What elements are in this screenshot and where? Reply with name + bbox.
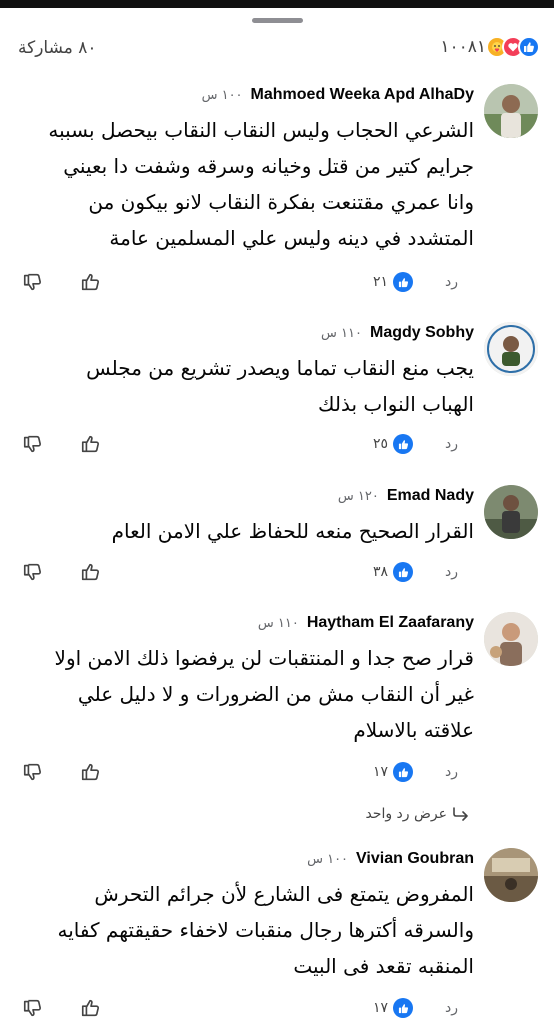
thumbs-down-icon — [23, 999, 42, 1017]
view-replies-link[interactable]: عرض رد واحد — [365, 806, 469, 822]
comment-line: المنقبه تقعد فى البيت — [293, 954, 474, 978]
like-reaction-icon — [393, 562, 413, 582]
comment-header: ١٠٠ س Vivian Goubran — [307, 850, 474, 868]
thumbs-up-icon — [81, 273, 100, 291]
thumbs-up-icon — [81, 999, 100, 1017]
like-button[interactable] — [80, 430, 102, 458]
comment-author[interactable]: Magdy Sobhy — [370, 324, 474, 342]
thumbs-up-icon — [81, 435, 100, 453]
post-summary-bar: ٨٠ مشاركة ١٠٠٨١ — [0, 28, 554, 68]
avatar[interactable] — [484, 848, 538, 902]
like-count-value: ١٧ — [372, 1000, 388, 1016]
comment-header: ١١٠ س Haytham El Zaafarany — [258, 614, 474, 632]
comment-actions: رد ١٧ — [0, 758, 554, 786]
like-count-value: ١٧ — [372, 764, 388, 780]
status-bar — [0, 0, 554, 8]
reaction-count: ١٠٠٨١ — [440, 37, 486, 57]
like-button[interactable] — [80, 558, 102, 586]
comment-time[interactable]: ١١٠ س — [258, 616, 299, 631]
thumbs-up-icon — [81, 563, 100, 581]
dislike-button[interactable] — [22, 430, 44, 458]
comment-text: قرار صح جدا و المنتقبات لن يرفضوا ذلك ال… — [34, 640, 474, 748]
comment-time[interactable]: ١١٠ س — [321, 326, 362, 341]
share-count[interactable]: ٨٠ مشاركة — [18, 38, 97, 58]
reply-button[interactable]: رد — [445, 430, 458, 458]
dislike-button[interactable] — [22, 758, 44, 786]
comment-line: غير أن النقاب مش من الضرورات و لا دليل ع… — [77, 682, 474, 706]
comment-line: الشرعي الحجاب وليس النقاب النقاب بيحصل ب… — [48, 118, 474, 142]
avatar[interactable] — [484, 84, 538, 138]
like-button[interactable] — [80, 994, 102, 1022]
thumbs-down-icon — [23, 563, 42, 581]
reply-button[interactable]: رد — [445, 994, 458, 1022]
comment-line: وانا عمري مقتنعت بفكرة النقاب لانو بيكون… — [88, 190, 474, 214]
comment-line: المتشدد في دينه وليس علي المسلمين عامة — [109, 226, 474, 250]
comment-line: المفروض يتمتع فى الشارع لأن جرائم التحرش — [94, 882, 474, 906]
comment-time[interactable]: ١٠٠ س — [202, 88, 243, 103]
like-count-value: ٢٥ — [372, 436, 388, 452]
like-reaction-icon — [393, 434, 413, 454]
thumbs-up-icon — [81, 763, 100, 781]
comment-text: الشرعي الحجاب وليس النقاب النقاب بيحصل ب… — [34, 112, 474, 256]
comment-author[interactable]: Emad Nady — [387, 487, 474, 505]
reply-button[interactable]: رد — [445, 268, 458, 296]
comment-line: الهباب النواب بذلك — [318, 392, 474, 416]
comment-header: ١١٠ س Magdy Sobhy — [321, 324, 474, 342]
like-count-value: ٣٨ — [372, 564, 388, 580]
comment-like-count[interactable]: ٣٨ — [373, 558, 413, 586]
comment-time[interactable]: ١٠٠ س — [307, 852, 348, 867]
comment-like-count[interactable]: ١٧ — [373, 758, 413, 786]
reply-arrow-icon — [453, 807, 468, 821]
comment-text: القرار الصحيح منعه للحفاظ علي الامن العا… — [34, 513, 474, 549]
thumbs-down-icon — [23, 763, 42, 781]
avatar[interactable] — [484, 612, 538, 666]
like-reaction-icon — [393, 272, 413, 292]
comment-text: يجب منع النقاب تماما ويصدر تشريع من مجلس… — [34, 350, 474, 422]
comment-actions: رد ٢٥ — [0, 430, 554, 458]
like-icon — [518, 36, 540, 58]
dislike-button[interactable] — [22, 994, 44, 1022]
like-reaction-icon — [393, 998, 413, 1018]
dislike-button[interactable] — [22, 268, 44, 296]
like-button[interactable] — [80, 268, 102, 296]
reply-button[interactable]: رد — [445, 758, 458, 786]
reactions-summary[interactable]: ١٠٠٨١ — [440, 36, 540, 58]
comment-line: قرار صح جدا و المنتقبات لن يرفضوا ذلك ال… — [54, 646, 474, 670]
comment-line: جرايم كتير من قتل وخيانه وسرقه وشفت دا ب… — [63, 154, 474, 178]
comment-line: يجب منع النقاب تماما ويصدر تشريع من مجلس — [86, 356, 474, 380]
avatar[interactable] — [484, 485, 538, 539]
reply-button[interactable]: رد — [445, 558, 458, 586]
comment-line: والسرقه أكترها رجال منقبات لاخفاء حقيقته… — [57, 918, 474, 942]
comment-author[interactable]: Vivian Goubran — [356, 850, 474, 868]
thumbs-down-icon — [23, 273, 42, 291]
comment-time[interactable]: ١٢٠ س — [338, 489, 379, 504]
thumbs-down-icon — [23, 435, 42, 453]
comment-actions: رد ٢١ — [0, 268, 554, 296]
comment-author[interactable]: Haytham El Zaafarany — [307, 614, 474, 632]
sheet-grab-handle[interactable] — [252, 18, 303, 23]
comment-like-count[interactable]: ٢١ — [373, 268, 413, 296]
comment-like-count[interactable]: ٢٥ — [373, 430, 413, 458]
comment-like-count[interactable]: ١٧ — [373, 994, 413, 1022]
comment-actions: رد ٣٨ — [0, 558, 554, 586]
like-count-value: ٢١ — [372, 274, 388, 290]
like-reaction-icon — [393, 762, 413, 782]
comment-author[interactable]: Mahmoed Weeka Apd AlhaDy — [251, 86, 474, 104]
avatar[interactable] — [484, 322, 538, 376]
comment-header: ١٠٠ س Mahmoed Weeka Apd AlhaDy — [202, 86, 474, 104]
comment-actions: رد ١٧ — [0, 994, 554, 1022]
dislike-button[interactable] — [22, 558, 44, 586]
comment-text: المفروض يتمتع فى الشارع لأن جرائم التحرش… — [34, 876, 474, 984]
comment-line: علاقته بالاسلام — [353, 718, 474, 742]
like-button[interactable] — [80, 758, 102, 786]
comment-line: القرار الصحيح منعه للحفاظ علي الامن العا… — [111, 519, 474, 543]
view-replies-label: عرض رد واحد — [365, 806, 447, 822]
comment-header: ١٢٠ س Emad Nady — [338, 487, 474, 505]
